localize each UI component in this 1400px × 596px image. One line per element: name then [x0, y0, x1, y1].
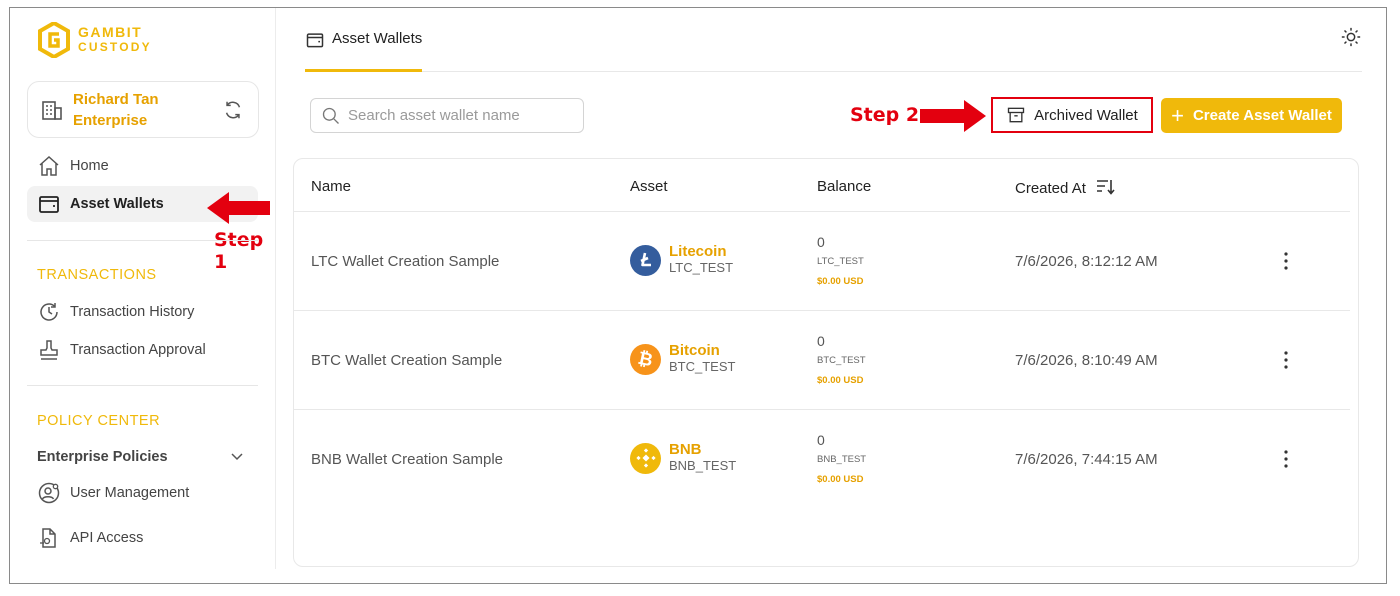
- asset-name: Litecoin: [669, 243, 727, 260]
- bnb-icon: [630, 442, 661, 474]
- created-at: 7/6/2026, 7:44:15 AM: [1015, 451, 1158, 468]
- sidebar-item-label: Enterprise Policies: [37, 449, 168, 465]
- created-at: 7/6/2026, 8:12:12 AM: [1015, 253, 1158, 270]
- brand-line1: GAMBIT: [78, 24, 143, 40]
- column-header-name: Name: [311, 178, 352, 195]
- building-icon: [42, 100, 62, 120]
- column-header-balance: Balance: [817, 178, 872, 195]
- create-asset-wallet-label: Create Asset Wallet: [1192, 107, 1332, 124]
- chevron-down-icon: [231, 453, 243, 461]
- column-header-created-at[interactable]: Created At: [1015, 178, 1116, 197]
- balance-usd: $0.00 USD: [817, 375, 864, 386]
- user-settings-icon: [38, 482, 60, 504]
- step2-annotation: Step 2: [850, 104, 920, 126]
- balance-cell: 0 BNB_TEST $0.00 USD: [817, 430, 866, 490]
- sidebar-item-label: Transaction Approval: [70, 342, 206, 358]
- brand-logo[interactable]: GAMBIT CUSTODY: [38, 22, 152, 58]
- api-document-icon: [40, 528, 56, 548]
- org-name-line2: Enterprise: [73, 111, 148, 129]
- balance-code: BTC_TEST: [817, 355, 866, 366]
- sidebar-item-label: User Management: [70, 485, 190, 501]
- sidebar-item-api-access[interactable]: API Access: [27, 520, 258, 556]
- home-icon: [39, 155, 59, 176]
- switch-org-icon[interactable]: [222, 99, 244, 121]
- column-header-asset: Asset: [630, 178, 668, 195]
- balance-code: LTC_TEST: [817, 256, 864, 267]
- wallet-icon: [39, 196, 59, 213]
- balance-code: BNB_TEST: [817, 454, 867, 465]
- sidebar-item-enterprise-policies[interactable]: Enterprise Policies: [27, 439, 258, 475]
- table-row[interactable]: LTC Wallet Creation Sample Litecoin LTC_…: [294, 212, 1350, 311]
- archived-wallet-button[interactable]: Archived Wallet: [991, 97, 1153, 133]
- history-icon: [40, 303, 58, 321]
- asset-name: Bitcoin: [669, 342, 720, 359]
- search-box[interactable]: [310, 98, 584, 133]
- stamp-icon: [40, 340, 58, 360]
- asset-code: BTC_TEST: [669, 359, 736, 374]
- created-at: 7/6/2026, 8:10:49 AM: [1015, 352, 1158, 369]
- sort-icon[interactable]: [1096, 178, 1116, 196]
- balance-cell: 0 BTC_TEST $0.00 USD: [817, 331, 866, 391]
- sidebar-item-transaction-history[interactable]: Transaction History: [27, 294, 258, 330]
- step2-arrow-icon: [920, 100, 986, 132]
- search-icon: [322, 107, 339, 124]
- asset-code: LTC_TEST: [669, 260, 734, 275]
- sidebar-item-label: Transaction History: [70, 304, 195, 320]
- brand-line2: CUSTODY: [78, 40, 152, 54]
- sidebar: GAMBIT CUSTODY Richard Tan Enterprise Ho…: [10, 8, 276, 569]
- column-header-label: Created At: [1015, 180, 1086, 197]
- step1-annotation: Step 1: [214, 229, 264, 273]
- balance-amount: 0: [817, 432, 825, 448]
- tab-label: Asset Wallets: [332, 30, 423, 47]
- sidebar-item-home[interactable]: Home: [27, 148, 258, 184]
- more-options-icon[interactable]: [1277, 349, 1295, 371]
- asset-cell: BNB BNB_TEST: [630, 442, 736, 474]
- archived-wallet-label: Archived Wallet: [1034, 106, 1138, 124]
- search-input[interactable]: [348, 107, 568, 124]
- wallet-name: BNB Wallet Creation Sample: [311, 451, 504, 468]
- step1-arrow-icon: [207, 192, 270, 224]
- wallet-name: LTC Wallet Creation Sample: [311, 253, 500, 270]
- table-header: Name Asset Balance Created At: [294, 159, 1350, 212]
- table-row[interactable]: BNB Wallet Creation Sample BNB BNB_TEST …: [294, 410, 1350, 509]
- wallet-icon: [306, 33, 324, 48]
- section-title-transactions: TRANSACTIONS: [37, 267, 157, 283]
- balance-amount: 0: [817, 333, 825, 349]
- tab-bar: Asset Wallets: [305, 8, 1362, 72]
- wallet-name: BTC Wallet Creation Sample: [311, 352, 503, 369]
- archive-icon: [1008, 107, 1025, 123]
- sidebar-item-transaction-approval[interactable]: Transaction Approval: [27, 332, 258, 368]
- sidebar-item-label: API Access: [70, 530, 144, 546]
- org-name-line1: Richard Tan: [73, 90, 159, 108]
- main-content: Asset Wallets Step 2 Archived Wallet + C…: [277, 8, 1386, 578]
- asset-cell: Litecoin LTC_TEST: [630, 244, 733, 276]
- more-options-icon[interactable]: [1277, 250, 1295, 272]
- create-asset-wallet-button[interactable]: + Create Asset Wallet: [1161, 98, 1342, 133]
- divider: [27, 385, 258, 386]
- plus-icon: +: [1171, 102, 1184, 128]
- app-frame: GAMBIT CUSTODY Richard Tan Enterprise Ho…: [9, 7, 1387, 584]
- divider: [27, 240, 258, 241]
- balance-cell: 0 LTC_TEST $0.00 USD: [817, 232, 864, 292]
- section-title-policy-center: POLICY CENTER: [37, 413, 161, 429]
- gambit-logo-icon: [38, 22, 70, 58]
- asset-name: BNB: [669, 441, 702, 458]
- balance-usd: $0.00 USD: [817, 474, 864, 485]
- more-options-icon[interactable]: [1277, 448, 1295, 470]
- table-row[interactable]: BTC Wallet Creation Sample ₿ Bitcoin BTC…: [294, 311, 1350, 410]
- wallets-table: Name Asset Balance Created At LTC Wallet…: [293, 158, 1359, 567]
- sidebar-item-user-management[interactable]: User Management: [27, 475, 258, 511]
- asset-code: BNB_TEST: [669, 458, 737, 473]
- bitcoin-icon: ₿: [630, 343, 661, 375]
- tab-asset-wallets[interactable]: Asset Wallets: [305, 26, 423, 72]
- organization-switcher[interactable]: Richard Tan Enterprise: [27, 81, 259, 138]
- asset-cell: ₿ Bitcoin BTC_TEST: [630, 343, 735, 375]
- theme-toggle-icon[interactable]: [1340, 26, 1362, 48]
- balance-amount: 0: [817, 234, 825, 250]
- sidebar-item-label: Asset Wallets: [70, 196, 164, 212]
- sidebar-item-label: Home: [70, 158, 109, 174]
- balance-usd: $0.00 USD: [817, 276, 864, 287]
- litecoin-icon: [630, 244, 661, 276]
